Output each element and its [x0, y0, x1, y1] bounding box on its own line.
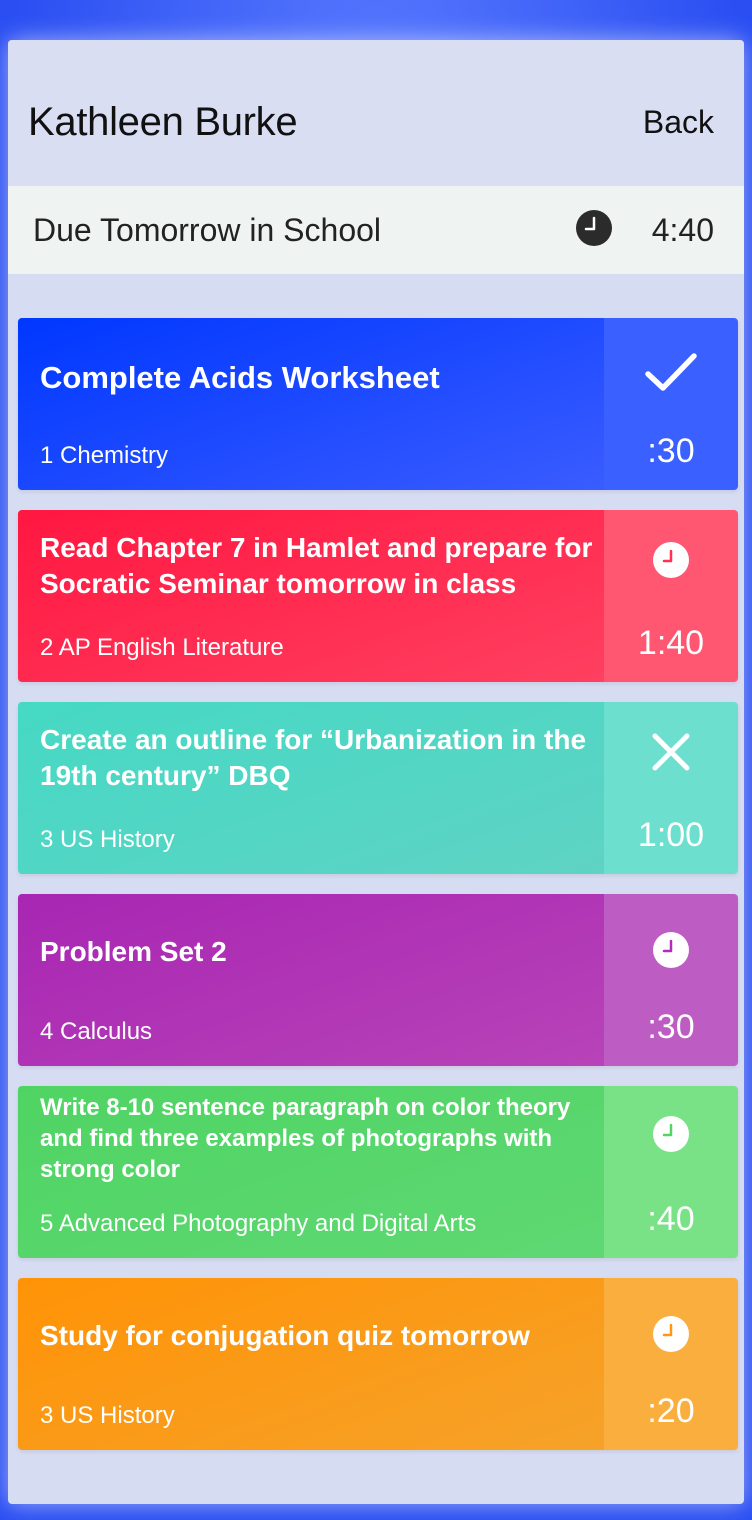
task-status-area: 1:00: [604, 702, 738, 874]
clock-icon: [653, 1116, 689, 1152]
task-body: Write 8-10 sentence paragraph on color t…: [18, 1086, 604, 1258]
task-title: Study for conjugation quiz tomorrow: [40, 1320, 530, 1351]
task-body: Read Chapter 7 in Hamlet and prepare for…: [18, 510, 604, 682]
clock-icon: [576, 210, 612, 246]
task-title: Read Chapter 7 in Hamlet and prepare for…: [40, 532, 593, 600]
header: Kathleen Burke Back: [8, 40, 744, 186]
task-subject: 3 US History: [40, 1402, 175, 1429]
task-body: Complete Acids Worksheet 1 Chemistry: [18, 318, 604, 490]
task-duration: 1:00: [637, 816, 705, 854]
task-card[interactable]: Write 8-10 sentence paragraph on color t…: [18, 1086, 738, 1258]
task-title: Write 8-10 sentence paragraph on color t…: [40, 1094, 571, 1184]
task-body: Create an outline for “Urbanization in t…: [18, 702, 604, 874]
task-duration: :40: [647, 1200, 695, 1238]
task-duration: :30: [647, 1008, 695, 1046]
task-body: Study for conjugation quiz tomorrow 3 US…: [18, 1278, 604, 1450]
page-title: Kathleen Burke: [28, 100, 298, 144]
clock-icon: [653, 542, 689, 578]
task-subject: 4 Calculus: [40, 1018, 153, 1045]
due-title: Due Tomorrow in School: [33, 212, 382, 248]
due-summary-bar: Due Tomorrow in School 4:40: [8, 186, 744, 274]
back-button[interactable]: Back: [643, 104, 714, 141]
checkmark-icon[interactable]: [643, 350, 699, 399]
task-status-area: :40: [604, 1086, 738, 1258]
task-duration: 1:40: [637, 624, 705, 662]
task-duration: :20: [647, 1392, 695, 1430]
task-title: Complete Acids Worksheet: [40, 360, 440, 395]
task-duration: :30: [647, 432, 695, 470]
task-list-panel: Kathleen Burke Back Due Tomorrow in Scho…: [8, 40, 744, 1504]
task-body: Problem Set 2 4 Calculus: [18, 894, 604, 1066]
total-time: 4:40: [651, 212, 714, 248]
task-title: Create an outline for “Urbanization in t…: [40, 724, 587, 792]
task-card[interactable]: Complete Acids Worksheet 1 Chemistry :30: [18, 318, 738, 490]
close-icon[interactable]: [649, 730, 693, 779]
task-status-area: 1:40: [604, 510, 738, 682]
task-title: Problem Set 2: [40, 936, 227, 967]
task-card[interactable]: Read Chapter 7 in Hamlet and prepare for…: [18, 510, 738, 682]
clock-icon: [653, 1316, 689, 1352]
task-card[interactable]: Create an outline for “Urbanization in t…: [18, 702, 738, 874]
task-status-area: :30: [604, 894, 738, 1066]
task-subject: 3 US History: [40, 826, 175, 853]
task-card[interactable]: Problem Set 2 4 Calculus :30: [18, 894, 738, 1066]
task-subject: 2 AP English Literature: [40, 634, 284, 661]
clock-icon: [653, 932, 689, 968]
task-status-area: :20: [604, 1278, 738, 1450]
task-card[interactable]: Study for conjugation quiz tomorrow 3 US…: [18, 1278, 738, 1450]
task-subject: 5 Advanced Photography and Digital Arts: [40, 1210, 477, 1237]
task-status-area: :30: [604, 318, 738, 490]
task-subject: 1 Chemistry: [40, 442, 169, 469]
